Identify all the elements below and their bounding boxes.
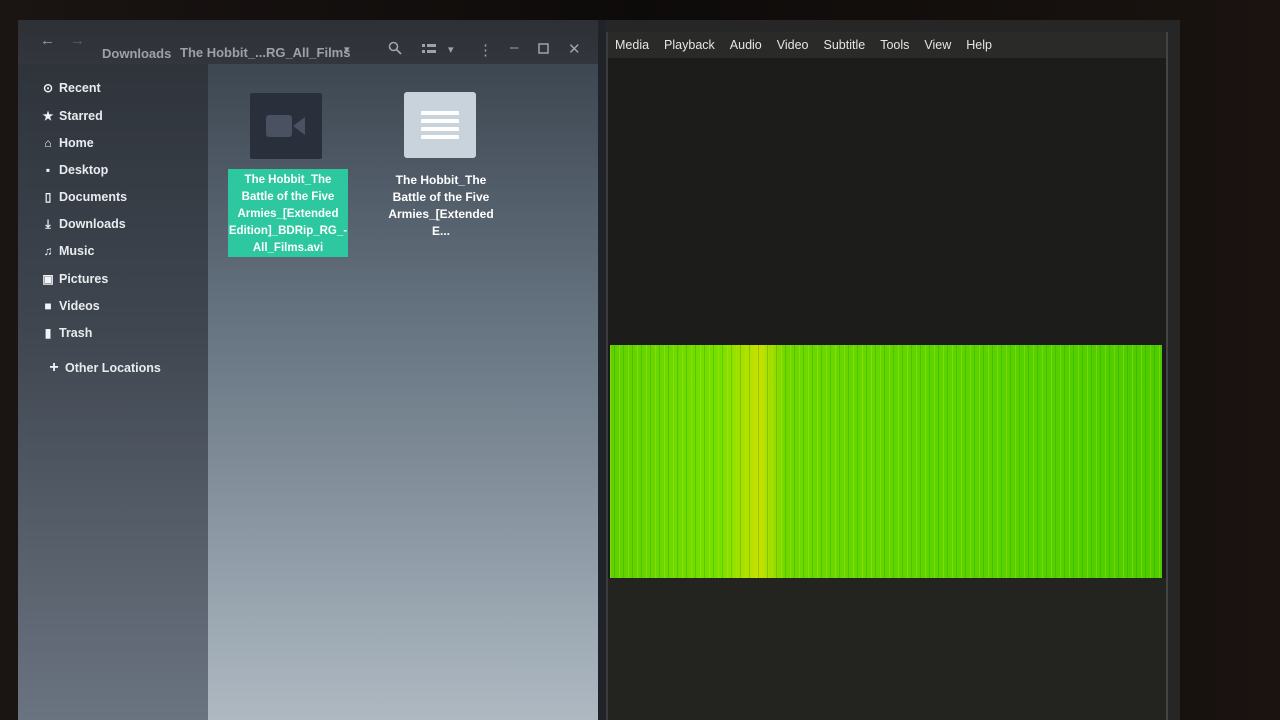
- file-view: [208, 64, 598, 720]
- screen: ← → Downloads The Hobbit_...RG_All_Films…: [18, 20, 1180, 720]
- menu-tools[interactable]: Tools: [880, 38, 909, 52]
- menu-playback[interactable]: Playback: [664, 38, 715, 52]
- sidebar-item-label: Music: [59, 244, 95, 258]
- sidebar-item-label: Home: [59, 136, 94, 150]
- video-frame-corrupted[interactable]: [610, 345, 1162, 578]
- sidebar-item-label: Desktop: [59, 163, 109, 177]
- sidebar-item-music[interactable]: ♫ Music: [40, 241, 95, 261]
- sidebar-item-label: Videos: [59, 299, 100, 313]
- video-area-letterbox-top[interactable]: [608, 58, 1166, 345]
- window-divider: [598, 20, 606, 720]
- view-options-chevron-icon[interactable]: ▾: [448, 43, 454, 56]
- sidebar-item-desktop[interactable]: ▪ Desktop: [40, 160, 108, 180]
- sidebar-item-documents[interactable]: ▯ Documents: [40, 187, 127, 207]
- menu-view[interactable]: View: [924, 38, 951, 52]
- sidebar-item-label: Trash: [59, 326, 93, 340]
- download-icon: ⤓: [45, 216, 51, 231]
- sidebar-item-starred[interactable]: ★ Starred: [40, 106, 103, 126]
- sidebar-item-label: Downloads: [59, 217, 126, 231]
- menu-video[interactable]: Video: [777, 38, 809, 52]
- video-file-icon[interactable]: [250, 93, 322, 159]
- player-menubar: Media Playback Audio Video Subtitle Tool…: [608, 32, 1166, 58]
- sidebar-item-downloads[interactable]: ⤓ Downloads: [40, 214, 126, 234]
- home-icon: ⌂: [44, 136, 52, 150]
- star-icon: ★: [42, 109, 54, 123]
- view-toggle-icon[interactable]: [422, 42, 436, 59]
- sidebar-other-locations[interactable]: + Other Locations: [46, 358, 161, 378]
- sidebar-item-label: Other Locations: [65, 361, 161, 375]
- sidebar-item-label: Documents: [59, 190, 128, 204]
- path-button-downloads[interactable]: Downloads: [102, 46, 171, 61]
- sidebar-item-label: Pictures: [59, 272, 109, 286]
- file-label[interactable]: The Hobbit_The Battle of the Five Armies…: [378, 172, 504, 240]
- menu-media[interactable]: Media: [615, 38, 649, 52]
- back-arrow-icon[interactable]: ←: [40, 32, 55, 49]
- plus-icon: +: [49, 359, 59, 376]
- music-icon: ♫: [43, 244, 53, 258]
- clock-icon: ⊙: [42, 81, 54, 95]
- desktop-icon: ▪: [45, 163, 51, 177]
- minimize-icon[interactable]: –: [510, 39, 518, 56]
- maximize-icon[interactable]: [538, 41, 549, 58]
- text-file-icon[interactable]: [404, 92, 476, 158]
- sidebar-item-home[interactable]: ⌂ Home: [40, 133, 94, 153]
- file-manager-headerbar: ← → Downloads The Hobbit_...RG_All_Films…: [18, 20, 598, 64]
- chevron-down-icon[interactable]: ▾: [344, 43, 350, 56]
- kebab-menu-icon[interactable]: ⋮: [478, 41, 493, 59]
- file-label-selected[interactable]: The Hobbit_The Battle of the Five Armies…: [228, 169, 348, 257]
- picture-icon: ▣: [42, 272, 54, 286]
- path-button-current-folder[interactable]: The Hobbit_...RG_All_Films: [180, 45, 350, 60]
- sidebar-item-videos[interactable]: ■ Videos: [40, 296, 100, 316]
- forward-arrow-icon[interactable]: →: [70, 32, 85, 49]
- media-player-window: Media Playback Audio Video Subtitle Tool…: [606, 32, 1168, 720]
- menu-help[interactable]: Help: [966, 38, 992, 52]
- video-area-letterbox-bottom[interactable]: [608, 578, 1166, 720]
- sidebar-item-recent[interactable]: ⊙ Recent: [40, 78, 101, 98]
- trash-icon: ▮: [44, 326, 52, 340]
- sidebar-item-pictures[interactable]: ▣ Pictures: [40, 269, 108, 289]
- sidebar-item-trash[interactable]: ▮ Trash: [40, 323, 93, 343]
- sidebar-item-label: Starred: [59, 109, 103, 123]
- menu-subtitle[interactable]: Subtitle: [824, 38, 866, 52]
- places-sidebar: ⊙ Recent ★ Starred ⌂ Home ▪ Desktop ▯ Do…: [18, 64, 208, 720]
- file-manager-window: ← → Downloads The Hobbit_...RG_All_Films…: [18, 20, 598, 720]
- close-icon[interactable]: ✕: [568, 40, 581, 58]
- menu-audio[interactable]: Audio: [730, 38, 762, 52]
- sidebar-item-label: Recent: [59, 81, 101, 95]
- document-icon: ▯: [44, 190, 52, 204]
- video-icon: ■: [44, 299, 52, 313]
- search-icon[interactable]: [388, 41, 402, 59]
